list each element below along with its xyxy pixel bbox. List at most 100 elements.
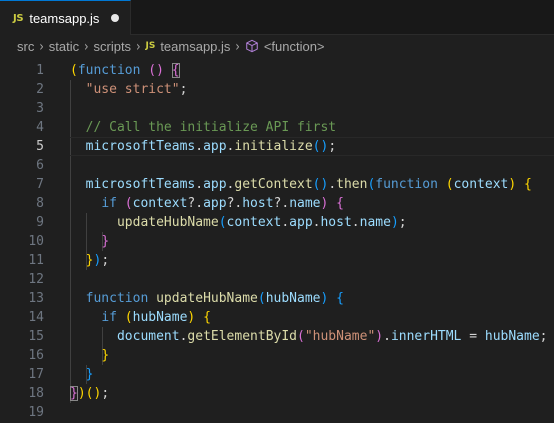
line-number: 18 (28, 386, 44, 401)
code-token: app (203, 196, 227, 211)
code-token: app (289, 215, 313, 230)
code-token: app (203, 139, 227, 154)
javascript-file-icon: JS (145, 41, 156, 51)
code-token: ; (539, 329, 548, 344)
code-text[interactable]: if (hubName) { (70, 308, 211, 327)
code-text[interactable]: (function () { (70, 61, 180, 80)
chevron-right-icon: › (136, 37, 141, 55)
code-token: ?. (273, 196, 290, 211)
code-line[interactable]: 8 if (context?.app?.host?.name) { (0, 194, 554, 213)
code-token: ) (508, 177, 517, 192)
breadcrumb: src › static › scripts › JS teamsapp.js … (0, 35, 554, 57)
breadcrumb-scripts[interactable]: scripts (94, 39, 132, 54)
line-number: 12 (28, 272, 44, 287)
line-number: 2 (36, 82, 44, 97)
code-line[interactable]: 9 updateHubName(context.app.host.name); (0, 213, 554, 232)
code-token: { (336, 291, 344, 306)
code-line[interactable]: 4 // Call the initialize API first (0, 118, 554, 137)
line-number: 6 (36, 158, 44, 173)
code-token: . (195, 139, 204, 154)
code-line[interactable]: 17 } (0, 365, 554, 384)
code-token: ) (375, 329, 384, 344)
line-number: 9 (36, 215, 44, 230)
code-line[interactable]: 1 (function () { (0, 61, 554, 80)
tab-bar: JS teamsapp.js (0, 0, 554, 35)
code-text[interactable]: document.getElementById("hubName").inner… (70, 327, 548, 346)
code-token: ( (124, 196, 133, 211)
code-token: = (461, 329, 485, 344)
code-line[interactable]: 19 (0, 403, 554, 422)
code-token: ) (390, 215, 399, 230)
code-token: if (101, 196, 117, 211)
unsaved-dot-icon[interactable] (111, 14, 120, 22)
line-number: 11 (28, 253, 44, 268)
code-line[interactable]: 11 }); (0, 251, 554, 270)
code-token: updateHubName (116, 215, 219, 230)
code-text[interactable]: }); (70, 251, 109, 270)
breadcrumb-function[interactable]: <function> (264, 39, 325, 54)
code-token: ; (101, 253, 110, 268)
code-line[interactable]: 7 microsoftTeams.app.getContext().then(f… (0, 175, 554, 194)
code-text[interactable]: })(); (70, 384, 109, 403)
code-text[interactable]: } (70, 346, 109, 365)
code-text[interactable]: } (70, 232, 109, 251)
code-line[interactable]: 3 (0, 99, 554, 118)
code-line[interactable]: 18 })(); (0, 384, 554, 403)
code-text[interactable]: microsoftTeams.app.initialize(); (70, 137, 336, 156)
code-line[interactable]: 14 if (hubName) { (0, 308, 554, 327)
chevron-right-icon: › (235, 37, 240, 55)
code-token: context (132, 196, 188, 211)
code-line[interactable]: 2 "use strict"; (0, 80, 554, 99)
code-token: . (328, 177, 337, 192)
code-token: ?. (187, 196, 204, 211)
code-token: hubName (484, 329, 540, 344)
code-line[interactable]: 10 } (0, 232, 554, 251)
code-text[interactable]: "use strict"; (70, 80, 188, 99)
code-token: { (171, 63, 180, 78)
code-text[interactable]: } (70, 365, 94, 384)
code-text[interactable]: updateHubName(context.app.host.name); (70, 213, 407, 232)
code-line[interactable]: 16 } (0, 346, 554, 365)
breadcrumb-file[interactable]: teamsapp.js (160, 39, 230, 54)
line-number: 8 (36, 196, 44, 211)
breadcrumb-src[interactable]: src (17, 39, 34, 54)
code-editor[interactable]: 1 (function () {2 "use strict"; 3 4 // Call… (0, 61, 554, 423)
code-token: . (281, 215, 290, 230)
code-line[interactable]: 15 document.getElementById("hubName").in… (0, 327, 554, 346)
code-token: { (203, 310, 211, 325)
tab-teamsapp-js[interactable]: JS teamsapp.js (0, 0, 131, 35)
code-token: ; (179, 82, 188, 97)
code-token: } (101, 234, 110, 249)
code-line[interactable]: 13 function updateHubName(hubName) { (0, 289, 554, 308)
code-token: { (524, 177, 532, 192)
code-text[interactable]: microsoftTeams.app.getContext().then(fun… (70, 175, 532, 194)
code-token: innerHTML (390, 329, 462, 344)
code-line[interactable]: 12 (0, 270, 554, 289)
line-number: 13 (28, 291, 44, 306)
code-text[interactable]: if (context?.app?.host?.name) { (70, 194, 344, 213)
line-number: 3 (36, 101, 44, 116)
breadcrumb-static[interactable]: static (49, 39, 79, 54)
javascript-file-icon: JS (13, 12, 24, 24)
code-token: } (85, 367, 94, 382)
code-text[interactable]: function updateHubName(hubName) { (70, 289, 344, 308)
code-token: . (195, 177, 204, 192)
code-text[interactable]: // Call the initialize API first (70, 118, 336, 137)
code-token: ) (77, 386, 86, 401)
code-token: initialize (234, 139, 313, 154)
code-line[interactable]: 6 (0, 156, 554, 175)
code-line[interactable]: 5 microsoftTeams.app.initialize(); (0, 137, 554, 156)
code-token: "hubName" (304, 329, 376, 344)
code-token: getElementById (187, 329, 297, 344)
